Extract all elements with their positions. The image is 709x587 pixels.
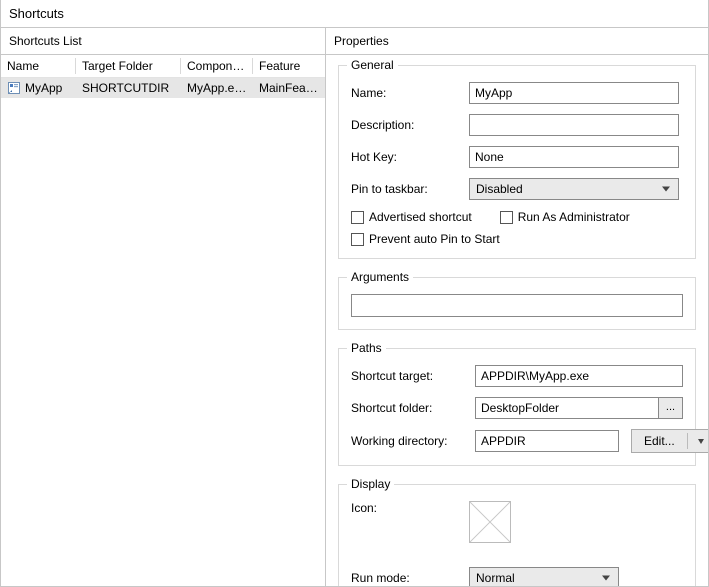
shortcut-target-label: Shortcut target: (351, 369, 475, 383)
run-mode-label: Run mode: (351, 571, 469, 585)
checkbox-box-icon (351, 211, 364, 224)
properties-panel: Properties General Name: Description: Ho… (326, 28, 708, 586)
run-mode-select[interactable]: Normal (469, 567, 619, 586)
description-label: Description: (351, 118, 469, 132)
column-header-target-folder[interactable]: Target Folder (76, 55, 181, 77)
prevent-pin-checkbox[interactable]: Prevent auto Pin to Start (351, 232, 500, 246)
paths-group: Paths Shortcut target: Shortcut folder: … (338, 348, 696, 466)
general-group: General Name: Description: Hot Key: (338, 65, 696, 259)
pin-taskbar-select[interactable]: Disabled (469, 178, 679, 200)
cell-target: SHORTCUTDIR (76, 77, 181, 99)
cell-name: MyApp (1, 77, 76, 99)
arguments-group: Arguments (338, 277, 696, 330)
hotkey-input[interactable] (469, 146, 679, 168)
working-directory-input[interactable] (475, 430, 619, 452)
cell-component: MyApp.exe (181, 77, 253, 99)
chevron-down-icon (698, 439, 704, 444)
checkbox-box-icon (500, 211, 513, 224)
advertised-label: Advertised shortcut (369, 210, 472, 224)
shortcut-icon (7, 81, 21, 95)
shortcuts-list-panel: Shortcuts List Name Target Folder Compon… (1, 28, 326, 586)
run-mode-value: Normal (476, 571, 515, 585)
icon-label: Icon: (351, 501, 469, 515)
description-input[interactable] (469, 114, 679, 136)
shortcut-folder-label: Shortcut folder: (351, 401, 475, 415)
general-legend: General (347, 58, 398, 72)
column-header-feature[interactable]: Feature (253, 55, 325, 77)
shortcuts-table-body: MyApp SHORTCUTDIR MyApp.exe MainFeature (1, 78, 325, 98)
column-header-component[interactable]: Compone... (181, 55, 253, 77)
run-as-admin-label: Run As Administrator (518, 210, 630, 224)
edit-button[interactable]: Edit... (631, 429, 708, 453)
properties-body: General Name: Description: Hot Key: (326, 55, 708, 586)
hotkey-label: Hot Key: (351, 150, 469, 164)
advertised-checkbox[interactable]: Advertised shortcut (351, 210, 472, 224)
working-directory-label: Working directory: (351, 434, 475, 448)
pin-taskbar-value: Disabled (476, 182, 523, 196)
paths-legend: Paths (347, 341, 386, 355)
separator (687, 433, 688, 449)
window-title: Shortcuts (1, 0, 708, 28)
arguments-legend: Arguments (347, 270, 413, 284)
column-header-name[interactable]: Name (1, 55, 76, 77)
cell-feature: MainFeature (253, 77, 325, 99)
display-group: Display Icon: Run mode: Normal (338, 484, 696, 586)
edit-button-label: Edit... (644, 434, 675, 448)
shortcuts-table-header: Name Target Folder Compone... Feature (1, 55, 325, 78)
name-label: Name: (351, 86, 469, 100)
cell-name-text: MyApp (25, 81, 62, 95)
prevent-pin-label: Prevent auto Pin to Start (369, 232, 500, 246)
shortcut-target-input[interactable] (475, 365, 683, 387)
shortcuts-window: Shortcuts Shortcuts List Name Target Fol… (0, 0, 709, 587)
shortcut-folder-input[interactable] (475, 397, 659, 419)
main-area: Shortcuts List Name Target Folder Compon… (1, 28, 708, 586)
properties-header: Properties (326, 28, 708, 55)
checkbox-box-icon (351, 233, 364, 246)
display-legend: Display (347, 477, 394, 491)
icon-preview[interactable] (469, 501, 511, 543)
run-as-admin-checkbox[interactable]: Run As Administrator (500, 210, 630, 224)
browse-folder-button[interactable]: ... (659, 397, 683, 419)
pin-taskbar-label: Pin to taskbar: (351, 182, 469, 196)
table-row[interactable]: MyApp SHORTCUTDIR MyApp.exe MainFeature (1, 78, 325, 98)
name-input[interactable] (469, 82, 679, 104)
arguments-input[interactable] (351, 294, 683, 317)
shortcuts-list-header: Shortcuts List (1, 28, 325, 55)
